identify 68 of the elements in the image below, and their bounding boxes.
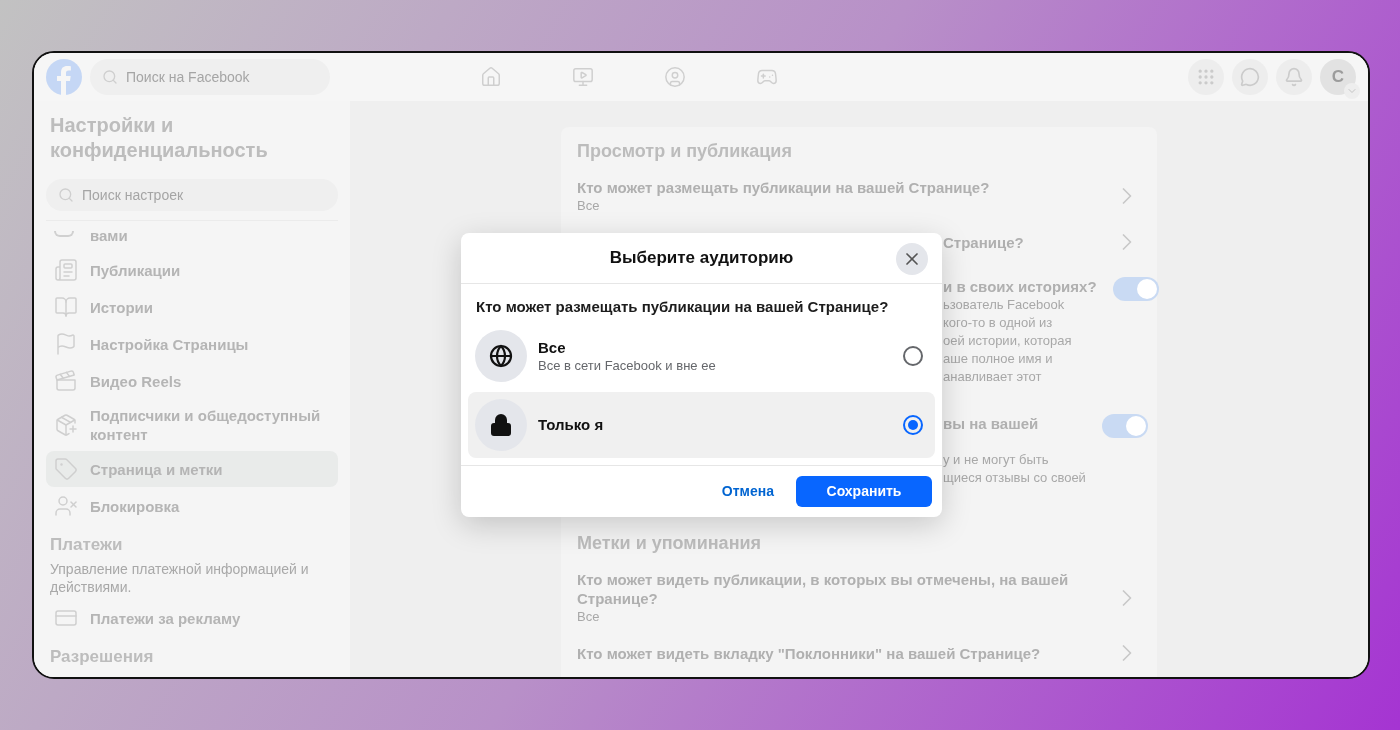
option-label: Только я	[538, 415, 605, 434]
rounded-shape-icon	[54, 230, 74, 237]
setting-label: Кто может видеть вкладку "Поклонники" на вашей Странице?	[577, 643, 1042, 663]
setting-label: Странице?	[943, 232, 1025, 252]
sidebar-item[interactable]: Видео Reels	[46, 363, 338, 399]
lock-icon	[489, 412, 513, 437]
setting-description: кого-то в одной из	[943, 314, 1054, 332]
clapperboard-icon	[54, 369, 78, 393]
tag-icon	[54, 457, 78, 481]
bell-button[interactable]	[1276, 59, 1312, 95]
setting-description: анавливает этот	[943, 368, 1043, 386]
section-heading: Метки и упоминания	[577, 532, 763, 555]
section-heading: Платежи	[50, 534, 124, 556]
search-field[interactable]: Поиск на Facebook	[90, 59, 330, 95]
option-label: Все	[538, 337, 567, 357]
menu-icon	[1196, 67, 1216, 87]
sidebar-item[interactable]: Блокировка	[46, 488, 338, 524]
search-icon	[58, 187, 74, 203]
setting-description: аше полное имя и	[943, 350, 1054, 368]
avatar[interactable]: С	[1320, 59, 1356, 95]
toggle-switch[interactable]	[1112, 277, 1159, 301]
setting-label: вы на вашей	[943, 414, 1040, 433]
bell-icon	[1284, 67, 1304, 87]
newspaper-icon	[54, 258, 78, 282]
cancel-link[interactable]: Отмена	[721, 480, 774, 502]
video-icon[interactable]	[572, 66, 594, 88]
setting-label: Кто может размещать публикации на вашей Странице?	[577, 178, 991, 197]
section-heading: Разрешения	[50, 646, 155, 668]
section-description: Управление платежной информацией и действиями.	[50, 560, 310, 596]
close-button[interactable]	[896, 243, 928, 275]
sidebar-item[interactable]: Публикации	[46, 252, 338, 288]
chat-button[interactable]	[1232, 59, 1268, 95]
logo-icon	[46, 59, 82, 95]
setting-description: у и не могут быть	[943, 451, 1050, 469]
menu-button[interactable]	[1188, 59, 1224, 95]
settings-search-field[interactable]: Поиск настроек	[46, 179, 338, 211]
setting-label: и в своих историях?	[943, 277, 1097, 296]
globe-icon	[489, 343, 513, 368]
chat-icon	[1240, 67, 1260, 87]
chevron-down-icon[interactable]	[1344, 83, 1360, 99]
setting-label: Кто может видеть публикации, в которых вы отмечены, на вашей Странице?	[577, 570, 1070, 608]
box-plus-icon	[54, 413, 78, 437]
setting-description: оей истории, которая	[943, 332, 1073, 350]
home-icon[interactable]	[480, 66, 502, 88]
sidebar-item[interactable]: вами	[46, 220, 338, 251]
radio-button[interactable]	[903, 414, 923, 435]
setting-value: Все	[577, 608, 601, 625]
search-icon	[102, 69, 118, 85]
sidebar-item[interactable]: Подписчики и общедоступный контент	[46, 400, 338, 450]
flag-icon	[54, 332, 78, 356]
audience-option[interactable]: Все Все в сети Facebook и вне ее	[468, 322, 935, 389]
audience-option[interactable]: Только я	[468, 391, 935, 458]
book-icon	[54, 295, 78, 319]
section-heading: Просмотр и публикация	[577, 140, 793, 163]
sidebar-item[interactable]: Истории	[46, 289, 338, 325]
person-block-icon	[54, 494, 78, 518]
option-description: Все в сети Facebook и вне ее	[538, 356, 717, 374]
sidebar-item[interactable]: Настройка Страницы	[46, 326, 338, 362]
setting-description: ьзователь Facebook	[943, 296, 1066, 314]
dialog-question: Кто может размещать публикации на вашей Странице?	[475, 297, 890, 317]
toggle-switch[interactable]	[1101, 414, 1148, 438]
setting-value: Все	[577, 197, 601, 214]
sidebar-title: Настройки и конфиденциальность	[49, 113, 269, 163]
sidebar-item[interactable]: Платежи за рекламу	[46, 600, 338, 636]
save-button[interactable]: Сохранить	[796, 475, 932, 507]
radio-button[interactable]	[903, 345, 923, 366]
setting-description: щиеся отзывы со своей	[943, 469, 1086, 487]
dialog-title: Выберите аудиторию	[609, 247, 794, 270]
